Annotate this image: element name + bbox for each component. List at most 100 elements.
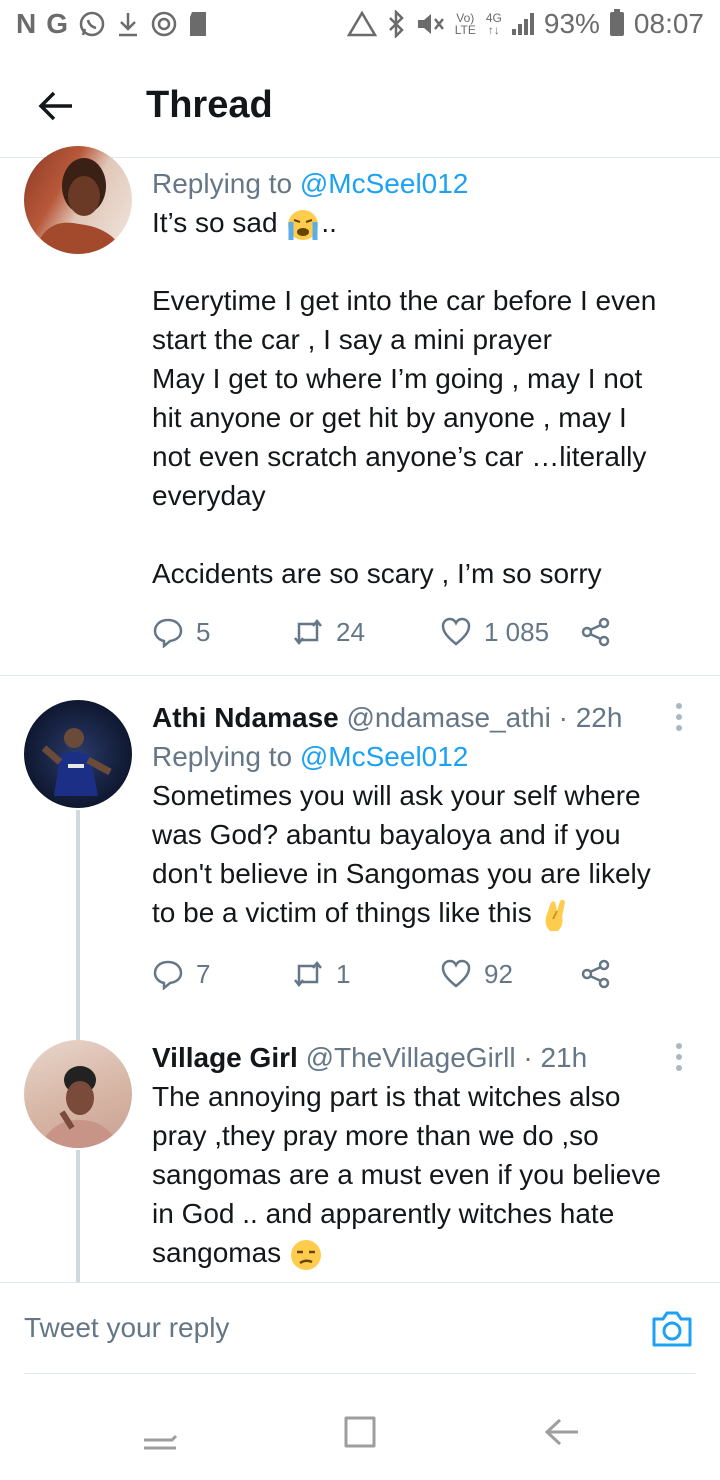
tweet-time: · 22h <box>558 702 623 733</box>
more-options-icon[interactable] <box>674 1042 684 1072</box>
tweet-text-line: sangomas <box>152 1233 690 1272</box>
status-bar: N G Vo) LTE 4G ↑↓ 93% 08:07 <box>0 0 720 50</box>
volte-bottom-label: LTE <box>454 23 476 37</box>
author-name[interactable]: Athi Ndamase <box>152 702 339 733</box>
more-options-icon[interactable] <box>674 702 684 732</box>
back-icon[interactable] <box>542 1412 582 1452</box>
tweet-text-line: was God? abantu bayaloya and if you <box>152 819 621 850</box>
avatar[interactable] <box>24 1040 132 1148</box>
tweet-text-line-5: sangomas <box>152 1237 282 1268</box>
mute-icon <box>417 14 444 34</box>
arrow-left-icon[interactable] <box>36 86 76 126</box>
crying-face-emoji <box>288 209 319 240</box>
whatsapp-icon <box>79 11 105 37</box>
reply-count: 5 <box>196 616 211 647</box>
sync-icon <box>151 11 177 37</box>
tweet-text-line: hit anyone or get hit by anyone , may I <box>152 402 627 433</box>
mention-link[interactable]: @McSeel012 <box>300 741 469 772</box>
replying-to: Replying to @McSeel012 <box>152 164 690 203</box>
tweet-text-line: It’s so sad .. <box>152 203 690 242</box>
signal-icon <box>511 13 534 35</box>
tweet-text-line-4: to be a victim of things like this <box>152 897 532 928</box>
retweet-button[interactable]: 24 <box>292 616 365 648</box>
tweet-2[interactable]: Athi Ndamase @ndamase_athi · 22h Replyin… <box>0 676 720 1026</box>
volte-icon: Vo) LTE <box>455 12 476 36</box>
tweet-actions: 5 24 1 085 <box>152 616 622 656</box>
n-icon: N <box>16 8 37 39</box>
crossed-fingers-emoji <box>545 899 565 931</box>
retweet-icon <box>294 960 322 988</box>
status-bar-right: Vo) LTE 4G ↑↓ 93% 08:07 <box>346 8 704 40</box>
share-icon <box>581 959 610 989</box>
avatar[interactable] <box>24 146 132 254</box>
tweet-text-line: The annoying part is that witches also <box>152 1081 621 1112</box>
page-title: Thread <box>146 84 273 126</box>
reply-button[interactable]: 5 <box>152 616 210 648</box>
reply-count: 7 <box>196 958 211 989</box>
recent-apps-icon[interactable] <box>140 1412 180 1452</box>
author-handle[interactable]: @ndamase_athi <box>347 702 551 733</box>
like-count: 92 <box>484 958 513 989</box>
tweet-text-line: Accidents are so scary , I’m so sorry <box>152 558 602 589</box>
tweet-text-dots: .. <box>321 207 337 238</box>
retweet-button[interactable]: 1 <box>292 958 350 990</box>
tweet-body: Replying to @McSeel012 It’s so sad .. Ev… <box>152 164 690 593</box>
retweet-icon <box>294 618 322 646</box>
tweet-text-line: sangomas are a must even if you believe <box>152 1159 661 1190</box>
reply-icon <box>153 960 183 990</box>
thread-connector <box>76 810 80 1026</box>
like-count: 1 085 <box>484 616 550 647</box>
network-arrows-label: ↑↓ <box>487 23 500 37</box>
tweet-1[interactable]: Replying to @McSeel012 It’s so sad .. Ev… <box>0 146 720 676</box>
avatar[interactable] <box>24 700 132 808</box>
tweet-reply-input[interactable]: Tweet your reply <box>24 1303 584 1353</box>
unamused-face-emoji <box>290 1239 321 1270</box>
tweet-body: Athi Ndamase @ndamase_athi · 22h Replyin… <box>152 698 690 933</box>
bluetooth-icon <box>388 10 404 38</box>
tweet-text-line-1: It’s so sad <box>152 207 278 238</box>
tweet-text-line: everyday <box>152 480 266 511</box>
retweet-count: 1 <box>336 958 351 989</box>
tweet-text-line: May I get to where I’m going , may I not <box>152 363 643 394</box>
tweet-header: Village Girl @TheVillageGirll · 21h <box>152 1038 690 1077</box>
mention-link[interactable]: @McSeel012 <box>300 168 469 199</box>
tweet-text-line: don't believe in Sangomas you are likely <box>152 858 651 889</box>
thread-connector <box>76 1026 80 1040</box>
tweet-text-line: to be a victim of things like this <box>152 893 690 933</box>
author-name[interactable]: Village Girl <box>152 1042 298 1073</box>
share-button[interactable] <box>580 958 612 990</box>
share-button[interactable] <box>580 616 612 648</box>
tweet-text-line: in God .. and apparently witches hate <box>152 1198 615 1229</box>
reply-icon <box>153 618 183 648</box>
download-icon <box>119 13 138 37</box>
replying-label: Replying to <box>152 168 300 199</box>
tweet-text-line: pray ,they pray more than we do ,so <box>152 1120 599 1151</box>
reply-composer: Tweet your reply <box>0 1282 720 1374</box>
replying-label: Replying to <box>152 741 300 772</box>
tweet-text-line: start the car , I say a mini prayer <box>152 324 552 355</box>
tweet-text-line: not even scratch anyone’s car …literally <box>152 441 647 472</box>
clock: 08:07 <box>633 8 704 39</box>
share-icon <box>581 617 610 647</box>
author-handle[interactable]: @TheVillageGirll <box>306 1042 516 1073</box>
tweet-text-line: Sometimes you will ask your self where <box>152 780 641 811</box>
retweet-count: 24 <box>336 616 365 647</box>
tweet-body: Village Girl @TheVillageGirll · 21h The … <box>152 1038 690 1272</box>
camera-icon[interactable] <box>650 1307 694 1351</box>
tweet-actions: 7 1 92 <box>152 958 622 998</box>
tweet-time: · 21h <box>523 1042 588 1073</box>
replying-to: Replying to @McSeel012 <box>152 737 690 776</box>
tweet-3[interactable]: Village Girl @TheVillageGirll · 21h The … <box>0 1026 720 1282</box>
reply-button[interactable]: 7 <box>152 958 210 990</box>
battery-icon <box>609 9 624 36</box>
like-button[interactable]: 92 <box>440 958 513 990</box>
like-button[interactable]: 1 085 <box>440 616 549 648</box>
g-icon: G <box>46 8 69 39</box>
battery-percent: 93% <box>543 8 600 39</box>
sd-card-icon <box>190 12 207 36</box>
tweet-text-line: Everytime I get into the car before I ev… <box>152 285 657 316</box>
thread-connector <box>76 1150 80 1282</box>
home-icon[interactable] <box>340 1412 380 1452</box>
